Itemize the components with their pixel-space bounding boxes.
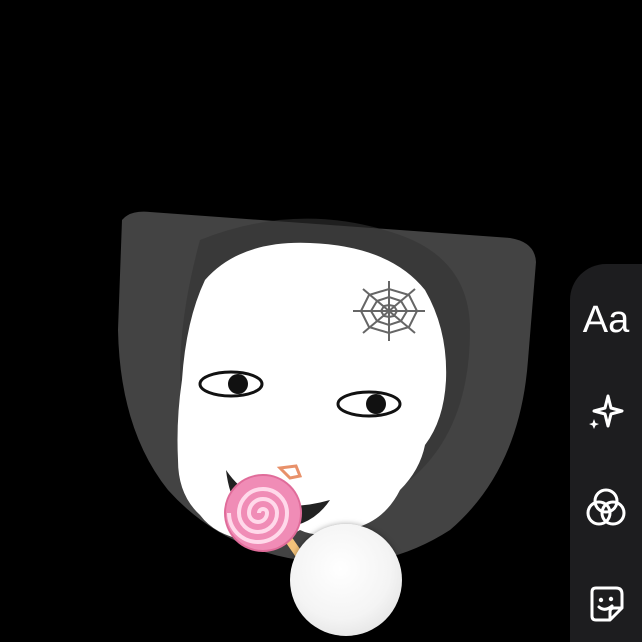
- effects-button[interactable]: [570, 382, 642, 442]
- left-pupil: [228, 374, 248, 394]
- lollipop-icon: [224, 474, 302, 552]
- text-tool-button[interactable]: Aa: [570, 290, 642, 350]
- capture-button[interactable]: [290, 524, 402, 636]
- filters-button[interactable]: [570, 478, 642, 538]
- filters-icon: [586, 488, 626, 526]
- stickers-button[interactable]: [570, 574, 642, 634]
- sticker-icon: [590, 586, 624, 622]
- sparkle-icon: [589, 394, 624, 429]
- camera-stage: Aa: [0, 0, 642, 642]
- right-pupil: [366, 394, 386, 414]
- creative-tools-rail: Aa: [570, 264, 642, 642]
- spiderweb-icon: [353, 281, 425, 341]
- text-tool-label: Aa: [582, 298, 630, 341]
